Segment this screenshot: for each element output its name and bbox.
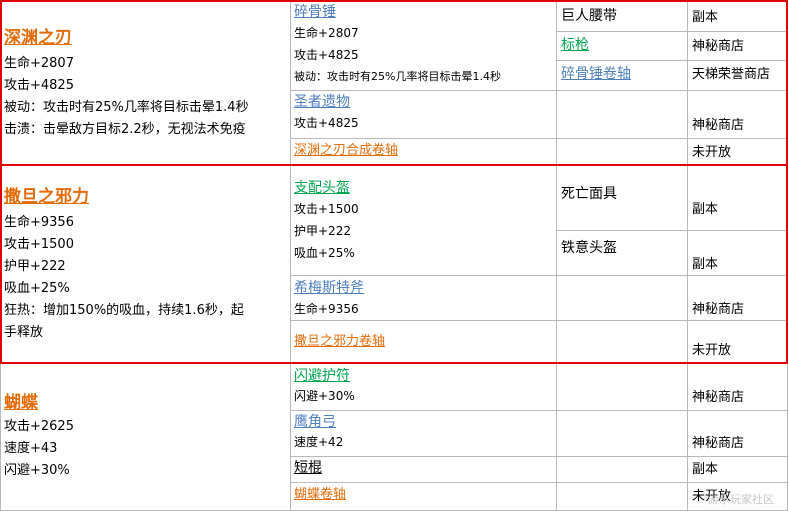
row-divider [556, 230, 788, 231]
component-stat: 生命+2807 [294, 26, 359, 40]
item-stat: 闪避+30% [4, 463, 70, 478]
subpart-link[interactable]: 标枪 [561, 37, 589, 53]
component-stat: 闪避+30% [294, 389, 355, 403]
subpart-name: 铁意头盔 [561, 240, 617, 256]
item-title: 深渊之刃 [4, 28, 72, 48]
section-border [0, 164, 788, 166]
item-stat: 攻击+1500 [4, 237, 74, 252]
column-divider-2 [556, 0, 557, 511]
component-link[interactable]: 鹰角弓 [294, 414, 336, 430]
source-text: 副本 [692, 10, 719, 25]
source-text: 神秘商店 [692, 436, 745, 451]
component-stat: 吸血+25% [294, 246, 355, 260]
component-stat: 被动：攻击时有25%几率将目标击晕1.4秒 [294, 70, 501, 83]
row-divider [290, 138, 788, 139]
item-stat: 击溃：击晕敌方目标2.2秒，无视法术免疫 [4, 122, 246, 137]
scroll-link[interactable]: 蝴蝶卷轴 [294, 487, 346, 503]
source-text: 天梯荣誉商店 [692, 67, 771, 82]
component-link[interactable]: 希梅斯特斧 [294, 280, 364, 296]
component-link[interactable]: 碎骨锤 [294, 4, 336, 20]
item-title: 蝴蝶 [4, 393, 38, 413]
item-stat: 攻击+2625 [4, 419, 74, 434]
source-text: 未开放 [692, 343, 732, 358]
scroll-link[interactable]: 撒旦之邪力卷轴 [294, 334, 385, 350]
item-stat: 速度+43 [4, 441, 58, 456]
component-link[interactable]: 短棍 [294, 460, 322, 476]
component-stat: 速度+42 [294, 435, 344, 449]
row-divider [290, 320, 788, 321]
row-divider [290, 456, 788, 457]
item-stat: 生命+2807 [4, 56, 74, 71]
row-divider [556, 31, 788, 32]
component-link[interactable]: 圣者遗物 [294, 94, 350, 110]
item-stat: 吸血+25% [4, 281, 70, 296]
row-divider [290, 90, 788, 91]
source-text: 神秘商店 [692, 118, 745, 133]
component-link[interactable]: 支配头盔 [294, 180, 350, 196]
subpart-name: 死亡面具 [561, 186, 617, 202]
component-stat: 护甲+222 [294, 224, 351, 238]
column-divider-3 [687, 0, 688, 511]
section-border [0, 362, 788, 364]
item-stat: 生命+9356 [4, 215, 74, 230]
component-stat: 攻击+4825 [294, 116, 359, 130]
subpart-name: 巨人腰带 [561, 8, 617, 24]
item-stat: 攻击+4825 [4, 78, 74, 93]
section-border-top [0, 0, 788, 2]
row-divider [290, 410, 788, 411]
column-divider-1 [290, 0, 291, 511]
subpart-link[interactable]: 碎骨锤卷轴 [561, 66, 631, 82]
item-stat: 手释放 [4, 325, 44, 340]
component-link[interactable]: 闪避护符 [294, 368, 350, 384]
section-border-left [0, 0, 2, 364]
source-text: 副本 [692, 257, 719, 272]
item-stat: 狂热：增加150%的吸血，持续1.6秒，起 [4, 303, 244, 318]
item-title: 撒旦之邪力 [4, 187, 89, 207]
row-divider [290, 275, 788, 276]
watermark: 游乐玩家社区 [708, 493, 774, 506]
source-text: 神秘商店 [692, 39, 745, 54]
scroll-link[interactable]: 深渊之刃合成卷轴 [294, 143, 398, 159]
component-stat: 攻击+4825 [294, 48, 359, 62]
row-divider [290, 482, 788, 483]
source-text: 未开放 [692, 145, 732, 160]
row-divider [556, 60, 788, 61]
component-stat: 生命+9356 [294, 302, 359, 316]
item-stat: 被动：攻击时有25%几率将目标击晕1.4秒 [4, 100, 249, 115]
source-text: 副本 [692, 202, 719, 217]
item-stat: 护甲+222 [4, 259, 66, 274]
source-text: 神秘商店 [692, 390, 745, 405]
component-stat: 攻击+1500 [294, 202, 359, 216]
source-text: 神秘商店 [692, 302, 745, 317]
source-text: 副本 [692, 462, 719, 477]
